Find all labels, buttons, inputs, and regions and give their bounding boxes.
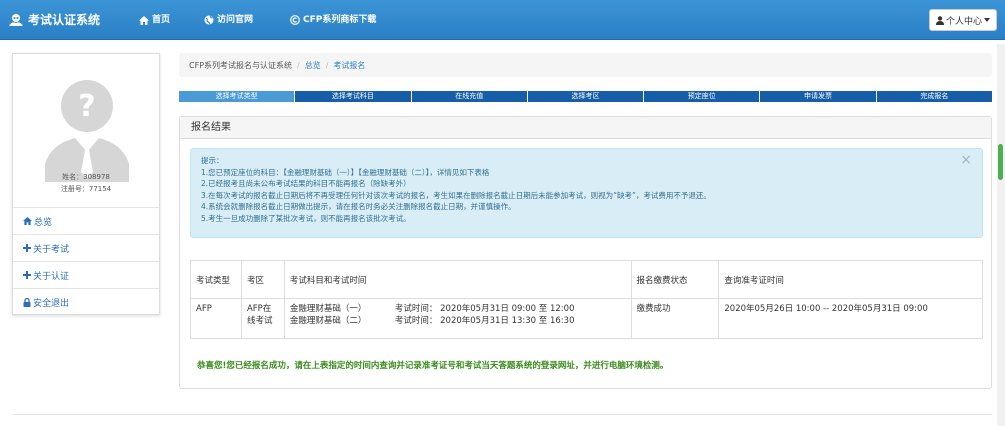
- breadcrumb: CFP系列考试报名与认证系统 / 总览 / 考试报名: [179, 53, 992, 77]
- scrollbar-thumb[interactable]: [998, 144, 1003, 180]
- subject-line: 金融理财基础（一） 考试时间： 2020年05月31日 09:00 至 12:0…: [289, 304, 575, 314]
- alert-line: 5.考生一旦成功删除了某批次考试，则不能再报名该批次考试。: [201, 213, 411, 223]
- home-icon: [23, 217, 32, 225]
- cell-area: AFP在线考试: [240, 298, 285, 339]
- user-center-dropdown[interactable]: 个人中心: [929, 9, 997, 31]
- nav-trademark-download[interactable]: CFP系列商标下载: [290, 0, 376, 40]
- brand-title: 考试认证系统: [28, 13, 101, 27]
- sidebar-item-about-cert-label: 关于认证: [33, 271, 70, 282]
- breadcrumb-separator: /: [297, 60, 300, 70]
- success-message: 恭喜您!您已经报名成功，请在上表指定的时间内查询并记录准考证号和考试当天答题系统…: [197, 361, 669, 371]
- nav-official-site-label: 访问官网: [217, 15, 254, 25]
- svg-text:?: ?: [78, 89, 95, 124]
- breadcrumb-separator: /: [325, 60, 329, 70]
- nav-trademark-download-label: CFP系列商标下载: [303, 15, 377, 25]
- breadcrumb-overview-link[interactable]: 总览: [305, 60, 321, 71]
- footer-divider: [12, 414, 992, 415]
- alert-line: 2.已经报考且尚未公布考试结果的科目不能再报名（除缺考外）: [201, 179, 411, 189]
- alert-line: 4.系统会就删除报名截止日期做出提示，请在报名时务必关注删除报名截止日期，并谨慎…: [201, 202, 516, 212]
- profile-name: 姓名：308978: [62, 173, 110, 181]
- brand[interactable]: 考试认证系统: [8, 0, 100, 40]
- col-admission-query-time: 查询准考证时间: [718, 260, 983, 299]
- caret-down-icon: [984, 18, 990, 22]
- panel-title: 报名结果: [180, 117, 991, 139]
- cell-subject-time: 金融理财基础（一） 考试时间： 2020年05月31日 09:00 至 12:0…: [283, 298, 632, 339]
- plus-icon: [23, 244, 31, 252]
- sidebar-item-about-exam[interactable]: 关于考试: [13, 234, 159, 261]
- step-reserve-seat: 预定座位: [644, 91, 761, 102]
- page-scrollbar[interactable]: [997, 44, 1005, 426]
- step-select-area: 选择考区: [527, 91, 645, 102]
- top-navbar: 考试认证系统 首页 访问官网 CFP系列商标下载 个人中心: [0, 0, 1005, 40]
- sidebar-item-about-exam-label: 关于考试: [33, 244, 70, 255]
- side-menu: 总览 关于考试 关于认证 安全退出: [13, 207, 159, 315]
- user-icon: [935, 15, 944, 25]
- alert-line: 3.在每次考试的报名截止日期后将不再受理任何针对该次考试的报名，考生如果在删除报…: [201, 190, 711, 200]
- nav-home-label: 首页: [152, 15, 171, 25]
- alert-line: 1.您已预定座位的科目：【金融理财基础（一）】【金融理财基础（二）】，详情见如下…: [201, 167, 490, 177]
- subject-line: 金融理财基础（二） 考试时间： 2020年05月31日 13:30 至 16:3…: [289, 316, 575, 326]
- sidebar-item-logout[interactable]: 安全退出: [13, 288, 159, 315]
- exam-table: 考试类型 考区 考试科目和考试时间 报名缴费状态 查询准考证时间 AFP AFP…: [190, 260, 983, 339]
- col-payment-status: 报名缴费状态: [630, 260, 720, 299]
- step-online-payment: 在线充值: [411, 91, 528, 102]
- nav-home[interactable]: 首页: [139, 0, 170, 40]
- col-exam-type: 考试类型: [190, 260, 242, 299]
- lock-icon: [23, 297, 31, 307]
- alert-line: 提示：: [201, 156, 224, 165]
- registration-result-panel: 报名结果 提示： 1.您已预定座位的科目：【金融理财基础（一）】【金融理财基础（…: [179, 116, 992, 389]
- sidebar-item-logout-label: 安全退出: [33, 298, 70, 309]
- profile-reg-number: 注册号：77154: [60, 185, 112, 193]
- registration-steps: 选择考试类型 选择考试科目 在线充值 选择考区 预定座位 申请发票 完成报名: [179, 91, 992, 102]
- cell-payment-status: 缴费成功: [630, 298, 720, 339]
- home-icon: [139, 15, 149, 25]
- cell-admission-query-time: 2020年05月26日 10:00 -- 2020年05月31日 09:00: [718, 298, 983, 339]
- cell-exam-type: AFP: [190, 298, 242, 339]
- user-center-label: 个人中心: [945, 16, 982, 27]
- col-subject-time: 考试科目和考试时间: [283, 260, 632, 299]
- sidebar-item-about-cert[interactable]: 关于认证: [13, 261, 159, 288]
- breadcrumb-current[interactable]: 考试报名: [333, 60, 365, 71]
- sidebar: ? 姓名：308978 注册号：77154 总览 关于考试 关于认证 安全退出: [12, 53, 160, 315]
- step-select-subject: 选择考试科目: [295, 91, 412, 102]
- sidebar-item-overview[interactable]: 总览: [13, 207, 159, 234]
- step-request-invoice: 申请发票: [760, 91, 877, 102]
- breadcrumb-root: CFP系列考试报名与认证系统: [189, 60, 293, 70]
- col-area: 考区: [240, 260, 285, 299]
- copyright-icon: [290, 15, 300, 25]
- step-complete: 完成报名: [876, 91, 992, 102]
- step-select-exam-type: 选择考试类型: [179, 91, 296, 102]
- sidebar-item-overview-label: 总览: [34, 217, 53, 228]
- table-header-row: 考试类型 考区 考试科目和考试时间 报名缴费状态 查询准考证时间: [190, 260, 983, 299]
- info-alert: 提示： 1.您已预定座位的科目：【金融理财基础（一）】【金融理财基础（二）】，详…: [190, 148, 983, 238]
- default-avatar-icon: ?: [45, 80, 129, 182]
- plus-icon: [23, 271, 31, 279]
- globe-icon: [204, 15, 214, 25]
- close-icon[interactable]: ×: [960, 153, 972, 167]
- reader-icon: [9, 14, 23, 26]
- nav-official-site[interactable]: 访问官网: [204, 0, 253, 40]
- table-row: AFP AFP在线考试 金融理财基础（一） 考试时间： 2020年05月31日 …: [190, 298, 983, 339]
